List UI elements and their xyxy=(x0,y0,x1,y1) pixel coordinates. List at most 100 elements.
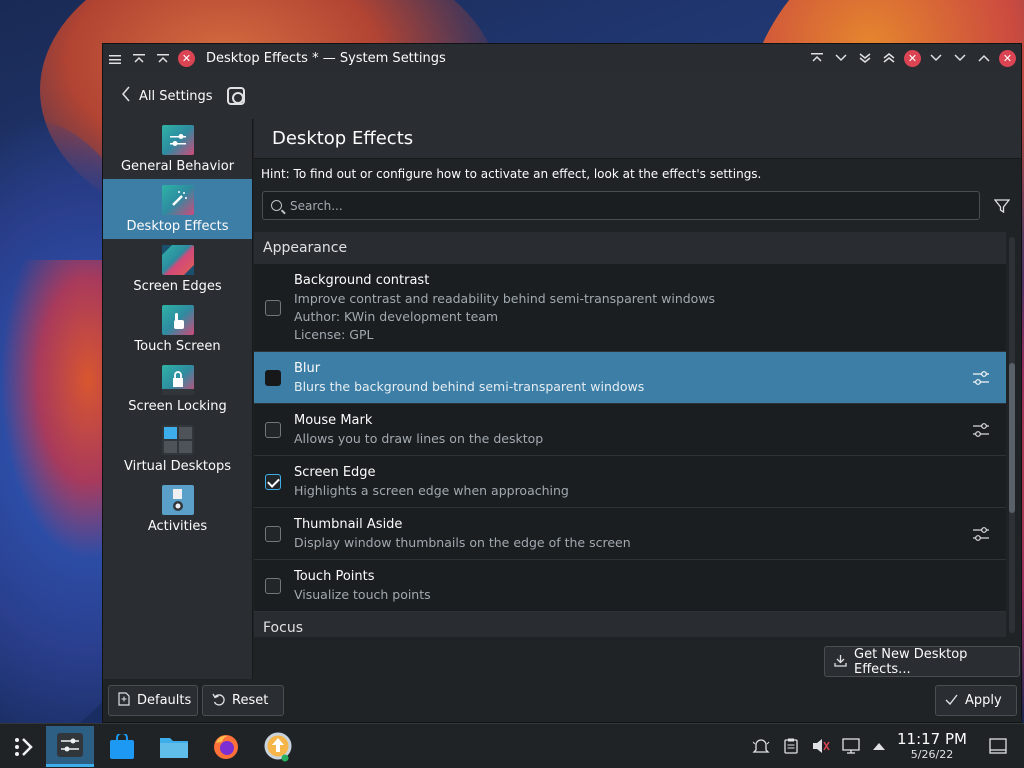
screen-locking-icon xyxy=(161,365,194,395)
double-chevron-down-icon[interactable] xyxy=(853,46,877,70)
effect-row-touch-points[interactable]: Touch Points Visualize touch points xyxy=(254,560,1006,612)
configure-icon[interactable] xyxy=(972,525,990,543)
application-launcher-icon[interactable] xyxy=(0,726,48,767)
discover-store-icon[interactable] xyxy=(98,726,146,767)
help-icon[interactable] xyxy=(226,87,245,105)
close-icon[interactable]: ✕ xyxy=(999,49,1016,67)
sidebar-item-label: Screen Edges xyxy=(133,279,222,294)
effect-row-blur[interactable]: Blur Blurs the background behind semi-tr… xyxy=(254,352,1006,404)
sidebar-item-activities[interactable]: Activities xyxy=(103,479,252,539)
title-bar: ✕ Desktop Effects * — System Settings ✕ xyxy=(103,44,1021,73)
reset-button[interactable]: Reset xyxy=(202,685,284,716)
page-title: Desktop Effects xyxy=(254,119,1021,159)
effect-checkbox[interactable] xyxy=(265,578,281,594)
chevron-down-icon[interactable] xyxy=(829,46,853,70)
defaults-button[interactable]: Defaults xyxy=(108,685,198,716)
sidebar-item-desktop-effects[interactable]: Desktop Effects xyxy=(103,179,252,239)
network-wired-icon[interactable] xyxy=(841,736,861,756)
update-notifier-icon[interactable] xyxy=(254,726,302,767)
effect-description: Display window thumbnails on the edge of… xyxy=(294,535,631,550)
effect-description: Blurs the background behind semi-transpa… xyxy=(294,379,645,394)
document-icon xyxy=(118,692,130,709)
sidebar-item-label: Screen Locking xyxy=(128,399,227,414)
get-new-effects-button[interactable]: Get New Desktop Effects... xyxy=(824,646,1020,677)
effect-checkbox[interactable] xyxy=(265,300,281,316)
effect-name: Background contrast xyxy=(294,273,430,288)
desktop-effects-page: Desktop Effects Hint: To find out or con… xyxy=(254,119,1021,679)
apply-label: Apply xyxy=(965,693,1002,708)
all-settings-button[interactable]: All Settings xyxy=(139,89,213,104)
effect-name: Touch Points xyxy=(294,569,375,584)
clock-time: 11:17 PM xyxy=(897,730,967,748)
section-header-appearance: Appearance xyxy=(254,232,1006,264)
scrollbar-thumb[interactable] xyxy=(1009,363,1015,513)
apply-button[interactable]: Apply xyxy=(935,685,1017,716)
get-new-effects-label: Get New Desktop Effects... xyxy=(854,646,968,677)
window-menu-icon[interactable] xyxy=(103,47,127,71)
volume-muted-icon[interactable] xyxy=(811,736,831,756)
taskbar: 11:17 PM 5/26/22 xyxy=(0,723,1024,768)
effect-checkbox[interactable] xyxy=(265,422,281,438)
effect-description: Visualize touch points xyxy=(294,587,431,602)
keep-above-alt-icon[interactable] xyxy=(151,47,175,71)
configure-icon[interactable] xyxy=(972,421,990,439)
effect-name: Blur xyxy=(294,361,321,376)
effect-name: Mouse Mark xyxy=(294,413,373,428)
section-header-focus: Focus xyxy=(254,612,1006,637)
keep-above-icon[interactable] xyxy=(127,47,151,71)
keep-above-icon[interactable] xyxy=(805,46,829,70)
sidebar-item-virtual-desktops[interactable]: Virtual Desktops xyxy=(103,419,252,479)
sidebar-item-label: Activities xyxy=(147,519,208,534)
chevron-down-icon[interactable] xyxy=(924,46,948,70)
minimize-icon[interactable] xyxy=(948,46,972,70)
effect-checkbox[interactable] xyxy=(265,474,281,490)
system-tray-expand-icon[interactable] xyxy=(869,736,889,756)
activities-icon xyxy=(161,485,194,515)
system-settings-task-icon[interactable] xyxy=(46,726,94,767)
close-icon[interactable]: ✕ xyxy=(178,50,195,67)
notifications-bell-icon[interactable] xyxy=(751,736,771,756)
configure-icon[interactable] xyxy=(972,369,990,387)
search-field[interactable] xyxy=(262,191,980,220)
search-icon xyxy=(271,200,282,211)
effect-row-background-contrast[interactable]: Background contrast Improve contrast and… xyxy=(254,264,1006,352)
firefox-icon[interactable] xyxy=(202,726,250,767)
general-behavior-icon xyxy=(161,125,194,155)
clipboard-icon[interactable] xyxy=(781,736,801,756)
window-title: Desktop Effects * — System Settings xyxy=(206,51,446,66)
effect-description: Allows you to draw lines on the desktop xyxy=(294,431,544,446)
back-chevron-icon[interactable] xyxy=(121,86,131,106)
file-manager-icon[interactable] xyxy=(150,726,198,767)
sidebar-item-screen-edges[interactable]: Screen Edges xyxy=(103,239,252,299)
sidebar-item-general-behavior[interactable]: General Behavior xyxy=(103,119,252,179)
sidebar-item-label: General Behavior xyxy=(120,159,235,174)
effect-row-thumbnail-aside[interactable]: Thumbnail Aside Display window thumbnail… xyxy=(254,508,1006,560)
reset-label: Reset xyxy=(232,693,269,708)
effect-name: Thumbnail Aside xyxy=(294,517,403,532)
screen-edges-icon xyxy=(161,245,194,275)
double-chevron-up-icon[interactable] xyxy=(877,46,901,70)
sidebar-item-label: Virtual Desktops xyxy=(124,459,231,474)
checkmark-icon xyxy=(945,694,958,708)
sidebar-item-label: Desktop Effects xyxy=(126,219,229,234)
filter-icon[interactable] xyxy=(991,195,1013,217)
effects-list: Appearance Background contrast Improve c… xyxy=(254,232,1006,637)
hint-text: Hint: To find out or configure how to ac… xyxy=(261,167,762,181)
effect-checkbox[interactable] xyxy=(265,370,281,386)
scrollbar[interactable] xyxy=(1009,237,1015,633)
effect-row-mouse-mark[interactable]: Mouse Mark Allows you to draw lines on t… xyxy=(254,404,1006,456)
download-icon xyxy=(834,654,847,670)
sidebar-item-label: Touch Screen xyxy=(134,339,221,354)
close-icon[interactable]: ✕ xyxy=(904,49,921,67)
sidebar-item-screen-locking[interactable]: Screen Locking xyxy=(103,359,252,419)
show-desktop-icon[interactable] xyxy=(988,736,1008,756)
defaults-label: Defaults xyxy=(137,693,192,708)
digital-clock[interactable]: 11:17 PM 5/26/22 xyxy=(896,730,968,761)
maximize-icon[interactable] xyxy=(972,46,996,70)
effect-checkbox[interactable] xyxy=(265,526,281,542)
clock-date: 5/26/22 xyxy=(910,748,954,761)
sidebar-item-touch-screen[interactable]: Touch Screen xyxy=(103,299,252,359)
search-input[interactable] xyxy=(290,198,940,213)
effect-row-screen-edge[interactable]: Screen Edge Highlights a screen edge whe… xyxy=(254,456,1006,508)
virtual-desktops-icon xyxy=(161,425,194,455)
